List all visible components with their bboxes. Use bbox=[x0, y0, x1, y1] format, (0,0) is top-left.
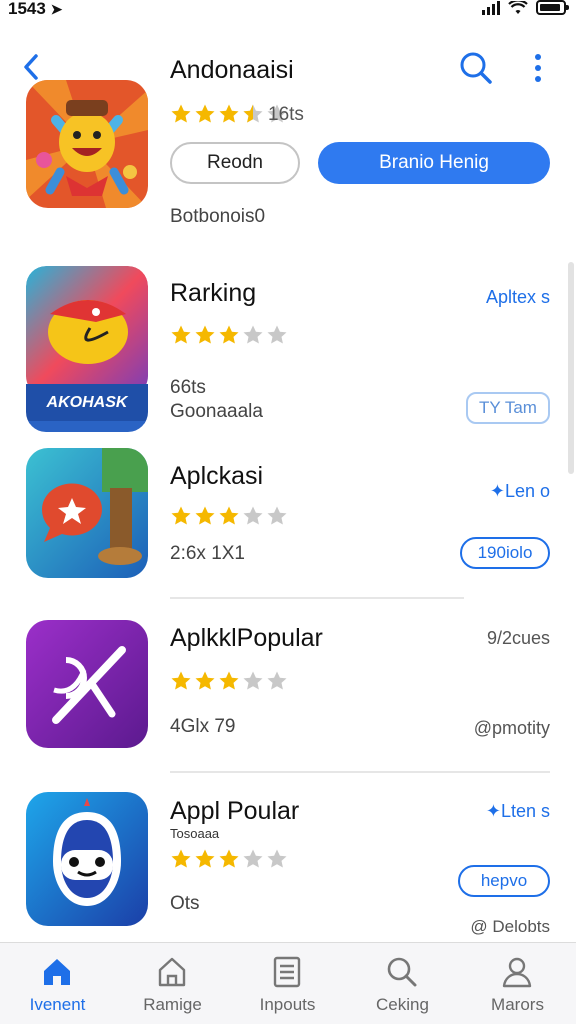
star-icon bbox=[171, 849, 191, 868]
star-icon bbox=[195, 104, 215, 123]
tab-label: Inpouts bbox=[259, 995, 316, 1014]
star-icon bbox=[171, 506, 191, 525]
app-meta-right: @pmotity bbox=[473, 718, 550, 738]
star-icon bbox=[171, 104, 191, 123]
star-icon bbox=[171, 671, 191, 690]
divider bbox=[170, 597, 464, 599]
star-icon bbox=[219, 104, 239, 123]
search-icon bbox=[387, 957, 417, 987]
star-icon bbox=[195, 849, 215, 868]
tab-label: Ivenent bbox=[29, 995, 86, 1014]
divider bbox=[170, 771, 550, 773]
star-icon bbox=[267, 506, 287, 525]
rating-stars bbox=[170, 505, 288, 527]
app-title: Appl Poular bbox=[170, 797, 300, 825]
tab-ivenent[interactable]: Ivenent bbox=[0, 943, 115, 1024]
tab-ramige[interactable]: Ramige bbox=[115, 943, 230, 1024]
star-icon bbox=[243, 325, 263, 344]
app-link[interactable]: ✦Lten s bbox=[486, 801, 550, 822]
star-icon bbox=[219, 506, 239, 525]
app-action-button[interactable]: hepvo bbox=[458, 865, 550, 897]
home-icon bbox=[44, 959, 70, 985]
tab-ceking[interactable]: Ceking bbox=[345, 943, 460, 1024]
app-icon-appl-poular[interactable] bbox=[26, 792, 148, 926]
star-icon bbox=[219, 671, 239, 690]
app-icon-aplkklpopular[interactable] bbox=[26, 620, 148, 748]
tab-marors[interactable]: Marors bbox=[460, 943, 575, 1024]
primary-button[interactable]: Branio Henig bbox=[318, 142, 550, 184]
tab-label: Marors bbox=[491, 995, 544, 1014]
star-icon bbox=[195, 506, 215, 525]
star-icon bbox=[195, 671, 215, 690]
cellular-signal-icon bbox=[482, 0, 500, 15]
store-icon bbox=[158, 957, 186, 987]
tab-label: Ceking bbox=[376, 995, 429, 1014]
app-link[interactable]: ✦Len o bbox=[490, 481, 550, 502]
app-small-text: Tosoaaa bbox=[170, 826, 220, 841]
more-options-icon[interactable] bbox=[528, 52, 548, 84]
star-icon bbox=[267, 325, 287, 344]
list-icon bbox=[273, 956, 301, 988]
secondary-button[interactable]: Reodn bbox=[170, 142, 300, 184]
app-icon-caption: AKOHASK bbox=[46, 394, 128, 411]
star-icon bbox=[243, 506, 263, 525]
rating-stars bbox=[170, 848, 288, 870]
sparkle-icon: ✦ bbox=[485, 801, 501, 821]
wifi-icon bbox=[508, 0, 528, 14]
app-meta: 66ts bbox=[170, 377, 206, 398]
app-icon-rarking[interactable]: AKOHASK bbox=[26, 266, 148, 432]
app-meta: 2:6x 1X1 bbox=[170, 543, 245, 564]
star-icon bbox=[267, 849, 287, 868]
app-meta: Ots bbox=[170, 893, 200, 914]
app-meta: 4Glx 79 bbox=[170, 716, 236, 737]
tab-bar: Ivenent Ramige Inpouts Ceking Marors bbox=[0, 942, 576, 1024]
rating-count: 16ts bbox=[268, 104, 304, 125]
search-icon[interactable] bbox=[458, 50, 494, 86]
tab-label: Ramige bbox=[143, 995, 202, 1014]
app-link[interactable]: Apltex s bbox=[486, 287, 550, 308]
tab-inpouts[interactable]: Inpouts bbox=[230, 943, 345, 1024]
app-title: Aplckasi bbox=[170, 462, 264, 490]
status-time: 1543 ➤ bbox=[8, 0, 63, 18]
star-icon bbox=[219, 849, 239, 868]
app-meta-right: @ Delobts bbox=[470, 917, 550, 936]
app-title: Rarking bbox=[170, 279, 257, 307]
person-icon bbox=[502, 957, 532, 988]
app-meta: Goonaaala bbox=[170, 401, 263, 422]
rating-stars bbox=[170, 670, 288, 692]
star-icon bbox=[219, 325, 239, 344]
app-title: AplkklPopular bbox=[170, 624, 323, 652]
status-bar: 1543 ➤ bbox=[0, 0, 576, 22]
star-icon bbox=[243, 104, 263, 123]
star-icon bbox=[195, 325, 215, 344]
back-icon[interactable] bbox=[18, 52, 46, 82]
sparkle-icon: ✦ bbox=[489, 481, 505, 501]
app-action-button[interactable]: TY Tam bbox=[466, 392, 550, 424]
app-icon-aplckasi[interactable] bbox=[26, 448, 148, 578]
rating-stars bbox=[170, 324, 288, 346]
app-title: Andonaaisi bbox=[170, 56, 294, 84]
star-icon bbox=[171, 325, 191, 344]
battery-icon bbox=[536, 0, 569, 15]
app-action-button[interactable]: 190iolo bbox=[460, 537, 550, 569]
app-meta-right: 9/2cues bbox=[486, 628, 550, 648]
app-icon-andonaaisi[interactable] bbox=[26, 80, 148, 208]
app-caption: Botbonois0 bbox=[170, 206, 266, 227]
scrollbar[interactable] bbox=[568, 262, 574, 474]
star-icon bbox=[243, 849, 263, 868]
star-icon bbox=[267, 671, 287, 690]
star-icon bbox=[243, 671, 263, 690]
